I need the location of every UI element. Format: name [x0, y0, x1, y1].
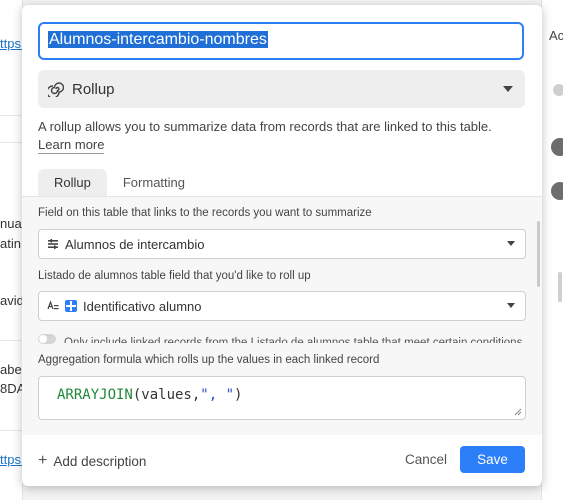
rollup-field-label: Listado de alumnos table field that you'…: [38, 270, 311, 282]
tab-formatting[interactable]: Formatting: [107, 169, 201, 197]
condition-toggle[interactable]: [38, 334, 56, 344]
add-description-button[interactable]: + Add description: [38, 452, 146, 470]
formula-string: ", ": [200, 387, 235, 403]
tab-rollup[interactable]: Rollup: [38, 169, 107, 197]
status-dot-icon: [553, 84, 563, 96]
formula-args: (values,: [132, 387, 201, 403]
save-button[interactable]: Save: [460, 446, 525, 473]
grid-row-divider: [0, 430, 22, 431]
chevron-down-icon: [507, 303, 515, 308]
add-description-label: Add description: [53, 453, 147, 469]
learn-more-link[interactable]: Learn more: [38, 136, 105, 154]
field-type-select[interactable]: Rollup: [38, 70, 525, 108]
avatar[interactable]: [549, 136, 563, 158]
rollup-spiral-icon: [48, 82, 64, 97]
link-field-label: Field on this table that links to the re…: [38, 207, 372, 219]
activity-header: Ac: [549, 28, 563, 43]
grid-cell-text[interactable]: atin: [0, 236, 22, 251]
condition-toggle-row: Only include linked records from the Lis…: [38, 333, 522, 345]
scrollbar[interactable]: [558, 272, 562, 302]
grid-row-divider: [0, 115, 22, 116]
aggregation-label: Aggregation formula which rolls up the v…: [38, 354, 380, 366]
text-field-icon: [47, 300, 59, 310]
grid-cell-text[interactable]: nual: [0, 216, 22, 231]
field-name-input[interactable]: Alumnos-intercambio-nombres: [38, 22, 524, 60]
link-field-select[interactable]: Alumnos de intercambio: [38, 229, 526, 259]
aggregation-formula-input[interactable]: ARRAYJOIN(values,", "): [38, 376, 526, 420]
chevron-down-icon: [503, 86, 513, 92]
link-field-value: Alumnos de intercambio: [65, 236, 205, 252]
background-grid-left: ttps: nual atin avid abel 8DA ttps:: [0, 0, 23, 500]
formula-close: ): [234, 387, 243, 403]
rollup-field-value: Identificativo alumno: [83, 298, 202, 314]
linked-record-icon: [48, 239, 58, 249]
grid-row-divider: [0, 340, 22, 341]
rollup-field-select[interactable]: Identificativo alumno: [38, 291, 526, 321]
avatar[interactable]: [549, 180, 563, 202]
formula-function: ARRAYJOIN: [57, 387, 133, 403]
chevron-down-icon: [507, 241, 515, 246]
resize-handle-icon[interactable]: [512, 406, 522, 416]
plus-icon: +: [38, 452, 48, 469]
grid-row-divider: [0, 142, 22, 143]
field-config-dialog: Alumnos-intercambio-nombres Rollup A rol…: [22, 5, 542, 486]
rollup-settings-panel: Field on this table that links to the re…: [22, 196, 542, 435]
condition-toggle-label: Only include linked records from the Lis…: [64, 336, 523, 343]
table-grid-icon: [65, 300, 77, 312]
field-type-description: A rollup allows you to summarize data fr…: [38, 119, 492, 134]
grid-cell-text[interactable]: 8DA: [0, 381, 22, 396]
config-tabs: Rollup Formatting: [38, 169, 201, 197]
field-name-text: Alumnos-intercambio-nombres: [48, 31, 268, 48]
panel-scrollbar[interactable]: [537, 221, 540, 287]
grid-cell-text[interactable]: avid: [0, 293, 22, 308]
cancel-button[interactable]: Cancel: [405, 452, 447, 467]
grid-cell-text[interactable]: abel: [0, 362, 22, 377]
grid-cell-link[interactable]: ttps:: [0, 452, 22, 467]
background-activity-panel: Ac: [541, 0, 563, 500]
grid-cell-link[interactable]: ttps:: [0, 36, 22, 51]
field-type-label: Rollup: [72, 80, 115, 98]
